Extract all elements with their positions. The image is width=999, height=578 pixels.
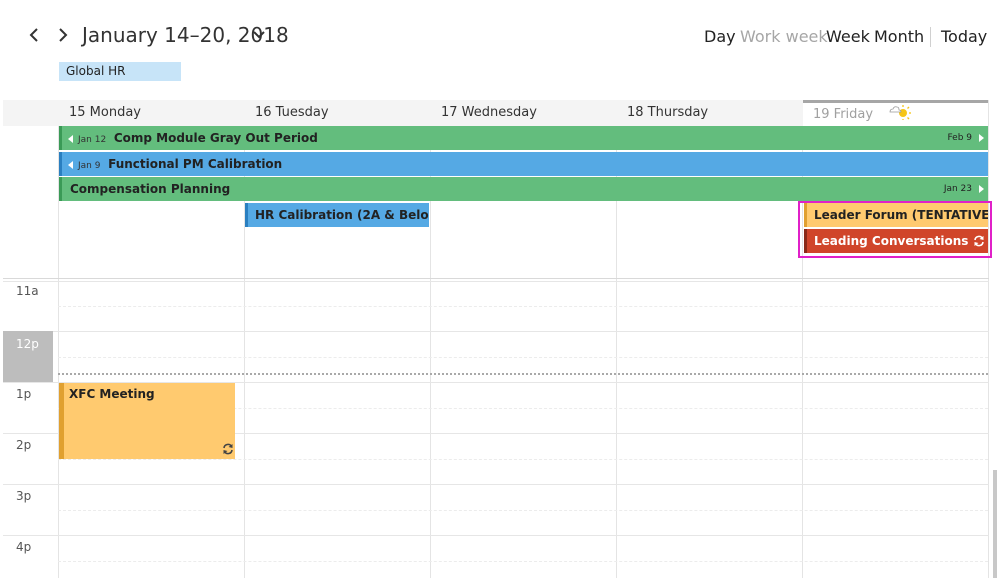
recurring-sync-icon [223, 443, 233, 455]
column-divider [988, 100, 989, 578]
view-work-week-button[interactable]: Work week [740, 26, 828, 48]
allday-event-compensation-planning[interactable]: Compensation Planning Jan 23 [59, 177, 988, 201]
event-end-date: Feb 9 [947, 133, 972, 143]
day-header-wednesday[interactable]: 17 Wednesday [431, 100, 616, 126]
view-month-button[interactable]: Month [874, 26, 924, 48]
hour-line [3, 535, 989, 536]
time-label-1p: 1p [16, 387, 32, 401]
continues-left-icon [68, 134, 73, 143]
next-week-button[interactable] [52, 22, 74, 48]
event-hr-calibration[interactable]: HR Calibration (2A & Below) [245, 203, 429, 227]
hour-line [3, 281, 989, 282]
half-hour-line [58, 459, 988, 460]
time-label-3p: 3p [16, 489, 32, 503]
time-label-2p: 2p [16, 438, 32, 452]
view-day-button[interactable]: Day [704, 26, 736, 48]
continues-left-icon [68, 160, 73, 169]
day-header-monday[interactable]: 15 Monday [59, 100, 244, 126]
event-start-date: Jan 12 [78, 135, 107, 145]
event-xfc-meeting[interactable]: XFC Meeting [59, 383, 235, 459]
event-title: Comp Module Gray Out Period [113, 131, 318, 145]
vertical-scrollbar[interactable] [993, 470, 997, 578]
time-label-11a: 11a [16, 284, 39, 298]
calendar-chip-global-hr[interactable]: Global HR [59, 62, 181, 81]
chevron-down-icon [253, 31, 265, 39]
half-hour-line [58, 306, 988, 307]
hour-line [3, 484, 989, 485]
chevron-right-icon [59, 28, 68, 42]
event-title: HR Calibration (2A & Below) [255, 208, 429, 222]
time-label-12p: 12p [3, 331, 53, 382]
allday-event-functional-pm[interactable]: Jan 9 Functional PM Calibration [59, 152, 988, 176]
event-end-date: Jan 23 [943, 184, 972, 194]
continues-right-icon [979, 134, 984, 142]
view-separator [930, 27, 931, 47]
event-start-date: Jan 9 [78, 161, 101, 171]
day-header-thursday[interactable]: 18 Thursday [617, 100, 802, 126]
half-hour-line [58, 510, 988, 511]
today-button[interactable]: Today [941, 26, 987, 48]
weather-sun-cloud-icon [889, 105, 911, 120]
chevron-left-icon [29, 28, 38, 42]
day-header-tuesday[interactable]: 16 Tuesday [245, 100, 430, 126]
hour-line [3, 331, 989, 332]
selection-highlight [798, 201, 992, 258]
allday-separator [3, 278, 989, 279]
previous-week-button[interactable] [23, 22, 45, 48]
current-time-indicator [58, 373, 988, 375]
event-title: Functional PM Calibration [108, 157, 283, 171]
event-title: XFC Meeting [69, 387, 155, 401]
event-title: Compensation Planning [70, 182, 231, 196]
allday-event-comp-module[interactable]: Jan 12 Comp Module Gray Out Period Feb 9 [59, 126, 988, 150]
continues-right-icon [979, 185, 984, 193]
time-label-4p: 4p [16, 540, 32, 554]
date-range-dropdown[interactable] [252, 22, 266, 56]
half-hour-line [58, 561, 988, 562]
view-week-button[interactable]: Week [826, 26, 870, 48]
half-hour-line [58, 357, 988, 358]
